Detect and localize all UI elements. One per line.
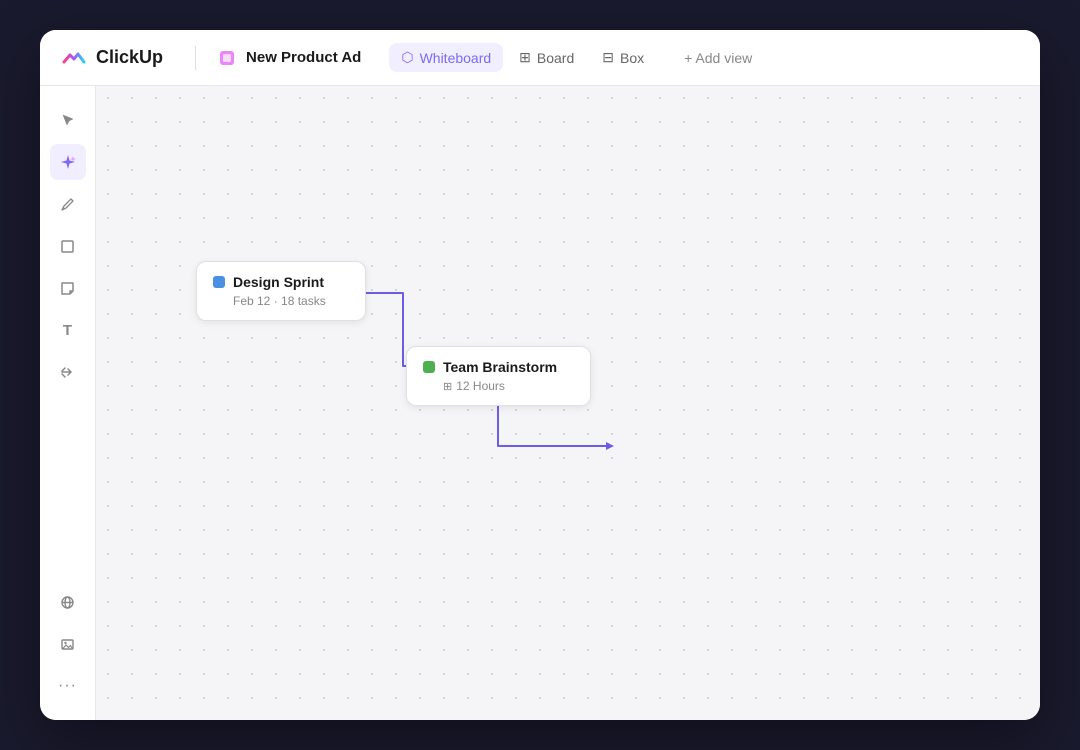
arrow2-head <box>606 442 614 450</box>
box-tab-label: Box <box>620 50 644 66</box>
left-toolbar: T <box>40 86 96 720</box>
app-window: ClickUp New Product Ad ⬡ Whiteboard ⊞ Bo… <box>40 30 1040 720</box>
sparkle-icon <box>60 154 76 170</box>
box-tab-icon: ⊟ <box>602 49 614 66</box>
rectangle-tool[interactable] <box>50 228 86 264</box>
whiteboard-tab-icon: ⬡ <box>401 49 413 66</box>
project-name: New Product Ad <box>246 49 361 66</box>
design-sprint-header: Design Sprint <box>213 274 349 290</box>
ai-tool[interactable] <box>50 144 86 180</box>
board-tab-label: Board <box>537 50 574 66</box>
hours-icon: ⊞ <box>443 380 452 393</box>
note-tool[interactable] <box>50 270 86 306</box>
note-icon <box>60 281 75 296</box>
arrow-icon <box>60 365 75 380</box>
logo-area[interactable]: ClickUp <box>60 44 163 72</box>
design-sprint-title: Design Sprint <box>233 274 324 290</box>
design-sprint-dot <box>213 276 225 288</box>
more-tools[interactable]: ··· <box>50 668 86 704</box>
team-brainstorm-card[interactable]: Team Brainstorm ⊞ 12 Hours <box>406 346 591 406</box>
team-brainstorm-dot <box>423 361 435 373</box>
header-divider <box>195 46 196 70</box>
image-icon <box>60 637 75 652</box>
image-tool[interactable] <box>50 626 86 662</box>
clickup-logo-icon <box>60 44 88 72</box>
text-tool[interactable]: T <box>50 312 86 348</box>
header: ClickUp New Product Ad ⬡ Whiteboard ⊞ Bo… <box>40 30 1040 86</box>
tab-box[interactable]: ⊟ Box <box>590 43 656 72</box>
more-icon: ··· <box>58 677 77 695</box>
design-sprint-card[interactable]: Design Sprint Feb 12 · 18 tasks <box>196 261 366 321</box>
tab-whiteboard[interactable]: ⬡ Whiteboard <box>389 43 503 72</box>
design-sprint-meta: Feb 12 · 18 tasks <box>233 294 349 308</box>
hours-text: 12 Hours <box>456 379 505 393</box>
globe-tool[interactable] <box>50 584 86 620</box>
team-brainstorm-title: Team Brainstorm <box>443 359 557 375</box>
arrow-tool[interactable] <box>50 354 86 390</box>
whiteboard-tab-label: Whiteboard <box>420 50 492 66</box>
logo-text: ClickUp <box>96 47 163 68</box>
main-area: T <box>40 86 1040 720</box>
tab-board[interactable]: ⊞ Board <box>507 43 586 72</box>
project-selector[interactable]: New Product Ad <box>216 47 361 69</box>
pen-tool[interactable] <box>50 186 86 222</box>
text-icon: T <box>63 322 72 339</box>
rectangle-icon <box>60 239 75 254</box>
project-icon <box>216 47 238 69</box>
nav-tabs: ⬡ Whiteboard ⊞ Board ⊟ Box <box>389 43 656 72</box>
whiteboard-canvas[interactable]: Design Sprint Feb 12 · 18 tasks Team Bra… <box>96 86 1040 720</box>
add-view-button[interactable]: + Add view <box>676 44 760 72</box>
pen-icon <box>60 197 75 212</box>
add-view-label: + Add view <box>684 50 752 66</box>
cursor-tool[interactable] <box>50 102 86 138</box>
team-brainstorm-hours: ⊞ 12 Hours <box>443 379 574 393</box>
cursor-icon <box>61 113 75 127</box>
globe-icon <box>60 595 75 610</box>
board-tab-icon: ⊞ <box>519 49 531 66</box>
team-brainstorm-header: Team Brainstorm <box>423 359 574 375</box>
